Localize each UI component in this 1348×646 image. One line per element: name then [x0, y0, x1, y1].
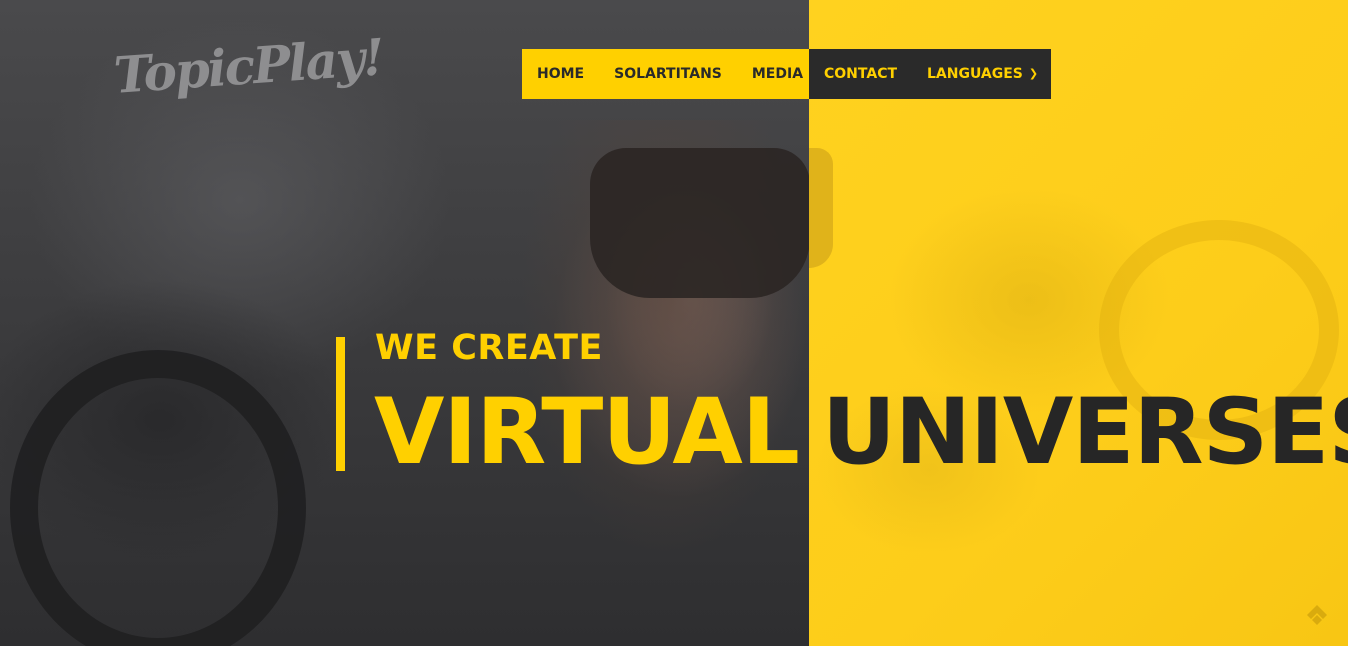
nav-item-contact[interactable]: CONTACT — [809, 49, 912, 99]
vr-headset-image-tinted — [809, 148, 833, 268]
nav-item-languages-label: LANGUAGES — [927, 66, 1023, 82]
nav-item-home[interactable]: HOME — [522, 49, 599, 99]
nav-item-media[interactable]: MEDIA — [737, 49, 818, 99]
main-nav: HOME SOLARTITANS MEDIA CONTACT LANGUAGES… — [522, 49, 1051, 99]
feedly-icon-shape — [1307, 605, 1327, 625]
hero-accent-bar — [336, 337, 345, 471]
vr-headset-image — [590, 148, 810, 298]
hero-subtitle: WE CREATE — [375, 328, 603, 368]
chevron-down-icon: ❯ — [1028, 67, 1039, 80]
feedly-icon[interactable] — [1305, 603, 1329, 627]
hero-section: TopicPlay! HOME SOLARTITANS MEDIA CONTAC… — [0, 0, 1348, 646]
nav-item-languages[interactable]: LANGUAGES ❯ — [912, 49, 1053, 99]
vr-controller-image — [10, 350, 306, 646]
hero-title-word-virtual: VIRTUAL — [374, 380, 800, 485]
nav-group-primary: HOME SOLARTITANS MEDIA — [522, 49, 809, 99]
nav-group-secondary: CONTACT LANGUAGES ❯ — [809, 49, 1051, 99]
hero-title-word-universes: UNIVERSES — [822, 380, 1348, 485]
nav-item-solartitans[interactable]: SOLARTITANS — [599, 49, 737, 99]
